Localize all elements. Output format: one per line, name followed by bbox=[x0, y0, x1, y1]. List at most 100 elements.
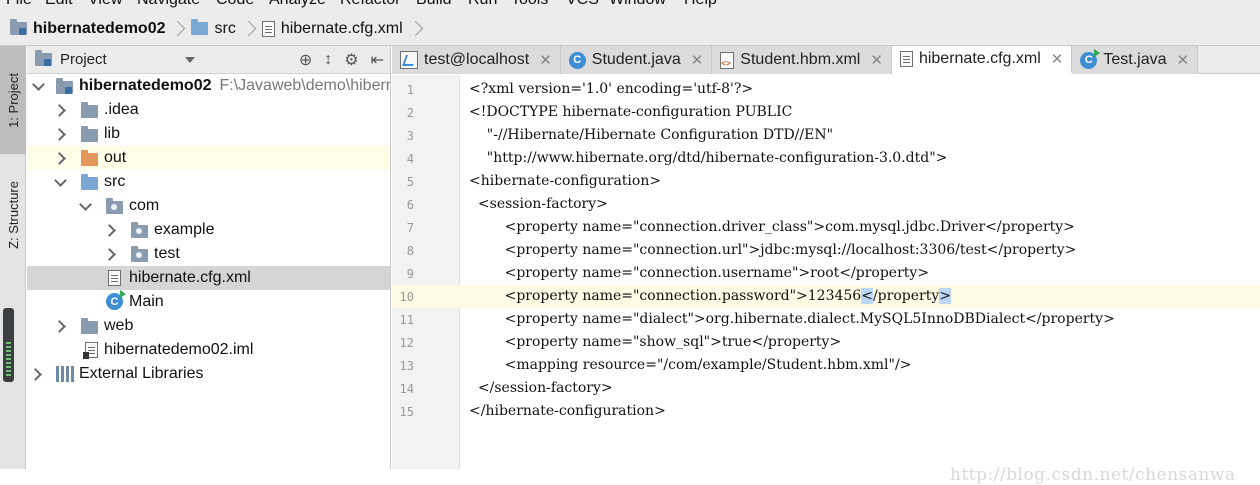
expand-arrow-icon[interactable] bbox=[80, 201, 90, 211]
tab-student-hbm-xml[interactable]: Student.hbm.xml ✕ bbox=[712, 46, 892, 74]
menu-analyze[interactable]: Analyze bbox=[269, 0, 326, 9]
menu-help[interactable]: Help bbox=[684, 0, 717, 9]
code-line[interactable]: 15 </hibernate-configuration> bbox=[392, 400, 1260, 423]
expand-arrow-icon[interactable] bbox=[55, 321, 65, 331]
close-icon[interactable]: ✕ bbox=[691, 51, 704, 69]
code-line-current[interactable]: 10 <property name="connection.password">… bbox=[392, 285, 1260, 308]
breadcrumb-folder[interactable]: src bbox=[191, 12, 236, 46]
line-number: 4 bbox=[406, 152, 414, 166]
tree-item-out[interactable]: out bbox=[27, 146, 390, 170]
code-text: <!DOCTYPE hibernate-configuration PUBLIC bbox=[469, 104, 793, 120]
project-icon bbox=[56, 78, 73, 94]
expand-arrow-icon[interactable] bbox=[31, 369, 41, 379]
menu-tools[interactable]: Tools bbox=[511, 0, 548, 9]
menu-edit[interactable]: Edit bbox=[45, 0, 73, 9]
folder-icon bbox=[81, 150, 98, 166]
code-line[interactable]: 7 <property name="connection.driver_clas… bbox=[392, 216, 1260, 239]
expand-arrow-icon[interactable] bbox=[55, 129, 65, 139]
close-icon[interactable]: ✕ bbox=[1177, 51, 1190, 69]
expand-arrow-icon[interactable] bbox=[55, 177, 65, 187]
menu-window[interactable]: Window bbox=[609, 0, 666, 9]
breadcrumb-separator bbox=[409, 17, 423, 41]
tree-item-out-label: out bbox=[104, 149, 127, 166]
code-line[interactable]: 8 <property name="connection.url">jdbc:m… bbox=[392, 239, 1260, 262]
tab-label: Test.java bbox=[1103, 51, 1167, 68]
line-number: 14 bbox=[399, 382, 414, 396]
tree-item-example[interactable]: example bbox=[27, 218, 390, 242]
menu-file[interactable]: File bbox=[6, 0, 32, 9]
tree-item-hibernate-cfg[interactable]: hibernate.cfg.xml bbox=[27, 266, 390, 290]
expand-arrow-icon[interactable] bbox=[33, 81, 43, 91]
tree-item-src[interactable]: src bbox=[27, 170, 390, 194]
tree-item-idea[interactable]: .idea bbox=[27, 98, 390, 122]
module-file-icon bbox=[83, 342, 98, 359]
line-number: 5 bbox=[406, 175, 414, 189]
code-line[interactable]: 6 <session-factory> bbox=[392, 193, 1260, 216]
code-text: <property name="connection.password">123… bbox=[469, 288, 951, 304]
tree-item-main[interactable]: C Main bbox=[27, 290, 390, 314]
gear-icon[interactable]: ⚙ bbox=[344, 50, 358, 70]
code-line[interactable]: 2 <!DOCTYPE hibernate-configuration PUBL… bbox=[392, 101, 1260, 124]
chevron-down-icon[interactable] bbox=[184, 56, 195, 63]
code-line[interactable]: 9 <property name="connection.username">r… bbox=[392, 262, 1260, 285]
locate-icon[interactable]: ⊕ bbox=[299, 50, 312, 70]
tree-item-external-libraries[interactable]: External Libraries bbox=[27, 362, 390, 386]
code-line[interactable]: 11 <property name="dialect">org.hibernat… bbox=[392, 308, 1260, 331]
hide-panel-icon[interactable]: ⇤ bbox=[371, 50, 384, 70]
code-line[interactable]: 4 "http://www.hibernate.org/dtd/hibernat… bbox=[392, 147, 1260, 170]
menu-navigate[interactable]: Navigate bbox=[137, 0, 200, 9]
line-number: 10 bbox=[399, 290, 414, 304]
collapse-all-icon[interactable]: ↕ bbox=[324, 51, 332, 69]
code-text: <session-factory> bbox=[469, 196, 608, 212]
close-icon[interactable]: ✕ bbox=[539, 51, 552, 69]
code-editor[interactable]: 1 <?xml version='1.0' encoding='utf-8'?>… bbox=[392, 75, 1260, 485]
tree-item-web[interactable]: web bbox=[27, 314, 390, 338]
code-line[interactable]: 3 "-//Hibernate/Hibernate Configuration … bbox=[392, 124, 1260, 147]
menu-view[interactable]: View bbox=[88, 0, 122, 9]
memory-indicator-icon bbox=[3, 308, 14, 382]
tree-item-test[interactable]: test bbox=[27, 242, 390, 266]
expand-arrow-icon[interactable] bbox=[55, 153, 65, 163]
breadcrumb-file[interactable]: hibernate.cfg.xml bbox=[261, 12, 403, 46]
package-icon bbox=[131, 246, 148, 262]
code-line[interactable]: 13 <mapping resource="/com/example/Stude… bbox=[392, 354, 1260, 377]
tab-student-java[interactable]: C Student.java ✕ bbox=[560, 46, 713, 74]
editor: test@localhost ✕ C Student.java ✕ Studen… bbox=[392, 46, 1260, 485]
tree-item-root[interactable]: hibernatedemo02 F:\Javaweb\demo\hibernate… bbox=[27, 74, 390, 98]
tool-tab-structure[interactable]: Z: Structure bbox=[0, 162, 26, 268]
menu-refactor[interactable]: Refactor bbox=[340, 0, 400, 9]
code-text-mid: /property bbox=[872, 288, 940, 304]
breadcrumb-project[interactable]: hibernatedemo02 bbox=[10, 12, 165, 46]
tab-label: Student.java bbox=[591, 51, 681, 68]
tree-item-lib[interactable]: lib bbox=[27, 122, 390, 146]
menu-run[interactable]: Run bbox=[468, 0, 497, 9]
expand-arrow-icon[interactable] bbox=[105, 225, 115, 235]
code-text: <property name="show_sql">true</property… bbox=[469, 334, 842, 350]
tree-item-src-label: src bbox=[104, 173, 126, 190]
tree-item-com[interactable]: com bbox=[27, 194, 390, 218]
code-text: "-//Hibernate/Hibernate Configuration DT… bbox=[469, 127, 834, 143]
code-line[interactable]: 12 <property name="show_sql">true</prope… bbox=[392, 331, 1260, 354]
tab-hibernate-cfg-xml[interactable]: hibernate.cfg.xml ✕ bbox=[891, 46, 1073, 74]
tool-tab-project[interactable]: 1: Project bbox=[0, 46, 26, 154]
code-line[interactable]: 14 </session-factory> bbox=[392, 377, 1260, 400]
code-line[interactable]: 1 <?xml version='1.0' encoding='utf-8'?> bbox=[392, 78, 1260, 101]
tab-test-localhost[interactable]: test@localhost ✕ bbox=[392, 46, 561, 74]
tab-test-java[interactable]: C Test.java ✕ bbox=[1072, 46, 1199, 74]
expand-arrow-icon[interactable] bbox=[55, 105, 65, 115]
tree-item-iml[interactable]: hibernatedemo02.iml bbox=[27, 338, 390, 362]
menu-vcs[interactable]: VCS bbox=[566, 0, 599, 9]
java-class-run-icon: C bbox=[1080, 48, 1101, 69]
breadcrumb-separator bbox=[242, 17, 256, 41]
tool-window-strip: 1: Project Z: Structure bbox=[0, 46, 26, 469]
project-view-selector[interactable]: Project bbox=[35, 50, 107, 68]
menu-code[interactable]: Code bbox=[216, 0, 254, 9]
xml-file-icon bbox=[261, 20, 275, 37]
close-icon[interactable]: ✕ bbox=[1051, 50, 1064, 68]
menu-build[interactable]: Build bbox=[416, 0, 452, 9]
libraries-icon bbox=[56, 366, 74, 382]
code-line[interactable]: 5 <hibernate-configuration> bbox=[392, 170, 1260, 193]
close-icon[interactable]: ✕ bbox=[870, 51, 883, 69]
tab-label: test@localhost bbox=[424, 51, 530, 68]
expand-arrow-icon[interactable] bbox=[105, 249, 115, 259]
